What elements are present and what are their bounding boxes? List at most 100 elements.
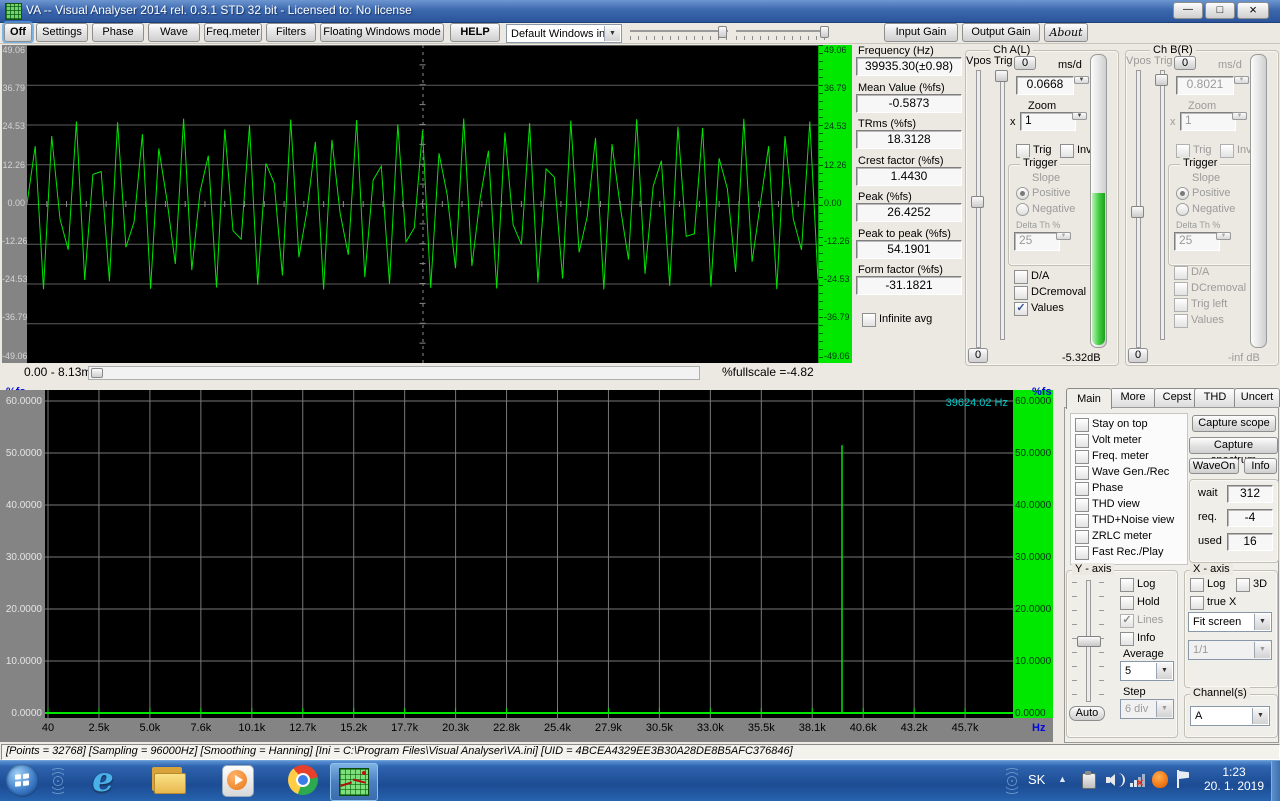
vpos-slider-thumb[interactable] [1131, 206, 1144, 218]
wait-field[interactable]: 312 [1227, 485, 1273, 503]
antivirus-icon[interactable] [1152, 771, 1168, 788]
action-center-flag-icon[interactable] [1176, 770, 1190, 789]
ratio-dropdown[interactable]: 1/1 ▼ [1188, 640, 1272, 660]
delta-th-field[interactable]: 25 [1014, 232, 1060, 251]
spin-down-icon[interactable]: ▼ [1072, 112, 1087, 120]
x-axis-true-x[interactable] [1190, 596, 1204, 610]
option-stay-on-top[interactable] [1075, 418, 1089, 432]
show-desktop-button[interactable] [1271, 761, 1280, 801]
scrollbar-thumb[interactable] [91, 368, 103, 378]
used-field[interactable]: 16 [1227, 533, 1273, 551]
trig-slider-thumb[interactable] [995, 70, 1008, 82]
tray-expand-icon[interactable]: ▲ [1058, 774, 1067, 784]
option-fast-rec-play[interactable] [1075, 546, 1089, 560]
delta-th-field[interactable]: 25 [1174, 232, 1220, 251]
slider-thumb[interactable] [718, 26, 727, 38]
average-dropdown[interactable]: 5 ▼ [1120, 661, 1174, 681]
audio-device-dropdown[interactable]: Default Windows inp ▼ [506, 24, 622, 43]
ms-per-div-field[interactable]: 0.0668 [1016, 76, 1074, 95]
language-indicator[interactable]: SK [1028, 772, 1045, 787]
chevron-down-icon[interactable]: ▼ [1252, 708, 1268, 724]
start-button[interactable] [6, 764, 39, 797]
visual-analyser-taskbar-button[interactable] [330, 763, 378, 801]
trig-checkbox[interactable] [1016, 144, 1030, 158]
file-explorer-icon[interactable] [152, 767, 184, 793]
infinite-avg-checkbox[interactable] [862, 313, 876, 327]
slope-negative-radio[interactable] [1016, 203, 1029, 216]
y-axis-log[interactable] [1120, 578, 1134, 592]
option-thd-noise-view[interactable] [1075, 514, 1089, 528]
x-axis-log[interactable] [1190, 578, 1204, 592]
toolbar-button-floating-windows-mode[interactable]: Floating Windows mode [320, 23, 444, 42]
about-button[interactable]: About [1044, 23, 1088, 42]
toolbar-button-help[interactable]: HELP [450, 23, 500, 42]
tab-thd[interactable]: THD [1194, 388, 1236, 407]
ms-per-div-field[interactable]: 0.8021 [1176, 76, 1234, 95]
media-player-icon[interactable] [222, 765, 254, 797]
vpos-zero-button[interactable]: 0 [968, 348, 988, 363]
scope-h-scrollbar[interactable] [88, 366, 700, 380]
toolbar-button-freq-meter[interactable]: Freq.meter [204, 23, 262, 42]
req-field[interactable]: -4 [1227, 509, 1273, 527]
option-volt-meter[interactable] [1075, 434, 1089, 448]
toolbar-button-phase[interactable]: Phase [92, 23, 144, 42]
output-gain-slider[interactable] [736, 26, 828, 40]
tab-main[interactable]: Main [1066, 388, 1112, 409]
slope-positive-radio[interactable] [1016, 187, 1029, 200]
option-wave-gen-rec[interactable] [1075, 466, 1089, 480]
vpos-slider-track[interactable] [976, 70, 981, 348]
x-axis-3d[interactable] [1236, 578, 1250, 592]
spinner[interactable]: ▲▼ [1072, 112, 1087, 129]
toolbar-button-wave[interactable]: Wave [148, 23, 200, 42]
tab-uncert[interactable]: Uncert [1234, 388, 1280, 407]
chrome-icon[interactable] [288, 765, 318, 795]
y-scale-slider[interactable] [1072, 580, 1104, 702]
clock[interactable]: 1:23 20. 1. 2019 [1198, 765, 1270, 797]
capture-scope-button[interactable]: Capture scope [1192, 415, 1276, 432]
fit-screen-dropdown[interactable]: Fit screen ▼ [1188, 612, 1272, 632]
network-icon[interactable]: × [1130, 771, 1148, 789]
spinner[interactable]: ▲▼ [1074, 76, 1089, 93]
channel-option-d-a[interactable] [1014, 270, 1028, 284]
chevron-down-icon[interactable]: ▼ [1156, 663, 1172, 679]
y-axis-info[interactable] [1120, 632, 1134, 646]
trig-slider-track[interactable] [1160, 70, 1165, 340]
input-gain-slider[interactable] [630, 26, 728, 40]
close-button[interactable]: × [1237, 2, 1269, 19]
wave-on-button[interactable]: WaveOn [1189, 458, 1239, 474]
option-thd-view[interactable] [1075, 498, 1089, 512]
info-button[interactable]: Info [1244, 458, 1277, 474]
spin-down-icon[interactable]: ▼ [1074, 76, 1089, 84]
time-zero-button[interactable]: 0 [1014, 56, 1036, 70]
option-phase[interactable] [1075, 482, 1089, 496]
volume-icon[interactable] [1106, 772, 1124, 788]
option-freq-meter[interactable] [1075, 450, 1089, 464]
channels-dropdown[interactable]: A ▼ [1190, 706, 1270, 726]
time-zero-button[interactable]: 0 [1174, 56, 1196, 70]
output-gain-button[interactable]: Output Gain [962, 23, 1040, 42]
zoom-field[interactable]: 1 [1020, 112, 1076, 131]
safely-remove-icon[interactable] [1082, 771, 1096, 789]
chevron-down-icon[interactable]: ▼ [1254, 614, 1270, 630]
slope-positive-radio[interactable] [1176, 187, 1189, 200]
toolbar-button-off[interactable]: Off [4, 23, 32, 42]
capture-spectrum-button[interactable]: Capture spectrum [1189, 437, 1278, 454]
toolbar-button-filters[interactable]: Filters [266, 23, 316, 42]
inv-checkbox[interactable] [1060, 144, 1074, 158]
zoom-field[interactable]: 1 [1180, 112, 1236, 131]
chevron-down-icon[interactable]: ▼ [604, 26, 620, 41]
vpos-zero-button[interactable]: 0 [1128, 348, 1148, 363]
toolbar-button-settings[interactable]: Settings [36, 23, 88, 42]
trig-slider-track[interactable] [1000, 70, 1005, 340]
slope-negative-radio[interactable] [1176, 203, 1189, 216]
slider-thumb[interactable] [820, 26, 829, 38]
channel-option-dcremoval[interactable] [1014, 286, 1028, 300]
y-auto-button[interactable]: Auto [1069, 706, 1105, 721]
y-axis-hold[interactable] [1120, 596, 1134, 610]
step-dropdown[interactable]: 6 div ▼ [1120, 699, 1174, 719]
slider-thumb[interactable] [1077, 636, 1101, 647]
internet-explorer-icon[interactable]: e [86, 763, 120, 797]
minimize-button[interactable]: — [1173, 2, 1203, 19]
channel-option-values[interactable]: ✓ [1014, 302, 1028, 316]
input-gain-button[interactable]: Input Gain [884, 23, 958, 42]
